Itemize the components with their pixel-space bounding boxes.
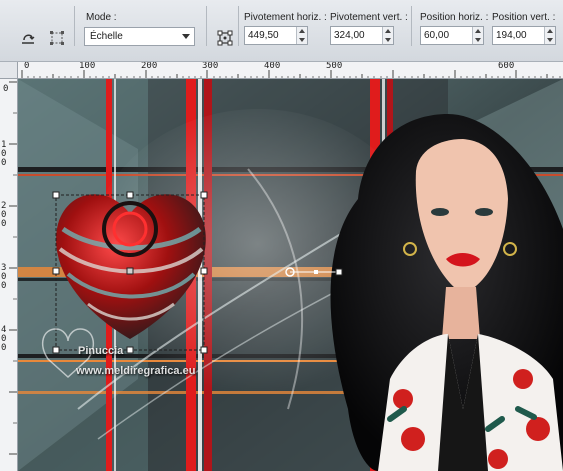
pivot-horizontal-label: Pivotement horiz. : bbox=[244, 12, 327, 23]
mode-select-value: Échelle bbox=[90, 31, 123, 42]
toolbar-separator bbox=[206, 6, 207, 46]
position-horizontal-value: 60,00 bbox=[424, 30, 450, 41]
pivot-vertical-value: 324,00 bbox=[334, 30, 365, 41]
ruler-label: 300 bbox=[1, 263, 7, 291]
arrow-up-icon[interactable] bbox=[299, 29, 305, 33]
ruler-label: 400 bbox=[264, 62, 281, 71]
ruler-label: 0 bbox=[3, 84, 9, 94]
position-vertical-stepper[interactable] bbox=[544, 27, 555, 44]
pivot-horizontal-input[interactable]: 449,50 bbox=[244, 26, 308, 45]
mode-select[interactable]: Échelle bbox=[84, 27, 195, 46]
canvas-artwork bbox=[18, 79, 563, 471]
ruler-label: 500 bbox=[326, 62, 343, 71]
chevron-down-icon bbox=[182, 34, 190, 39]
arrow-up-icon[interactable] bbox=[385, 29, 391, 33]
position-vertical-label: Position vert. : bbox=[492, 12, 556, 23]
pivot-vertical-label: Pivotement vert. : bbox=[330, 12, 408, 23]
pivot-horizontal-stepper[interactable] bbox=[296, 27, 307, 44]
position-horizontal-input[interactable]: 60,00 bbox=[420, 26, 484, 45]
selection-grid-icon[interactable] bbox=[46, 27, 68, 49]
ruler-label: 100 bbox=[79, 62, 96, 71]
tool-options-toolbar: Mode : Échelle Pivotement horiz. : 449,5… bbox=[0, 0, 563, 62]
watermark-signature: Pinuccia bbox=[78, 345, 124, 357]
arrow-down-icon[interactable] bbox=[385, 38, 391, 42]
watermark-website: www.meldiregrafica.eu bbox=[76, 365, 196, 377]
arrow-up-icon[interactable] bbox=[547, 29, 553, 33]
vertical-ruler[interactable]: 0 100 200 300 400 bbox=[0, 79, 18, 471]
ruler-label: 200 bbox=[1, 201, 7, 229]
position-horizontal-label: Position horiz. : bbox=[420, 12, 489, 23]
position-vertical-value: 194,00 bbox=[496, 30, 527, 41]
pivot-vertical-stepper[interactable] bbox=[382, 27, 393, 44]
toolbar-separator bbox=[74, 6, 75, 46]
position-horizontal-stepper[interactable] bbox=[472, 27, 483, 44]
ruler-corner bbox=[0, 62, 18, 79]
arrow-down-icon[interactable] bbox=[547, 38, 553, 42]
ruler-label: 600 bbox=[498, 62, 515, 71]
mode-label: Mode : bbox=[86, 12, 117, 23]
ruler-label: 300 bbox=[202, 62, 219, 71]
position-vertical-input[interactable]: 194,00 bbox=[492, 26, 556, 45]
pivot-vertical-input[interactable]: 324,00 bbox=[330, 26, 394, 45]
arrow-down-icon[interactable] bbox=[475, 38, 481, 42]
horizontal-ruler-ticks bbox=[21, 70, 561, 78]
toolbar-separator bbox=[411, 6, 412, 46]
reset-transform-icon[interactable] bbox=[17, 27, 39, 49]
ruler-label: 100 bbox=[1, 140, 7, 168]
arrow-down-icon[interactable] bbox=[299, 38, 305, 42]
toolbar-separator bbox=[238, 6, 239, 46]
rotate-pivot-icon[interactable] bbox=[214, 27, 236, 49]
arrow-up-icon[interactable] bbox=[475, 29, 481, 33]
ruler-label: 0 bbox=[24, 62, 30, 71]
ruler-label: 400 bbox=[1, 325, 7, 353]
horizontal-ruler[interactable]: 0 100 200 300 400 500 600 bbox=[18, 62, 563, 79]
pivot-horizontal-value: 449,50 bbox=[248, 30, 279, 41]
image-canvas[interactable]: Pinuccia www.meldiregrafica.eu bbox=[18, 79, 563, 471]
ruler-label: 200 bbox=[141, 62, 158, 71]
